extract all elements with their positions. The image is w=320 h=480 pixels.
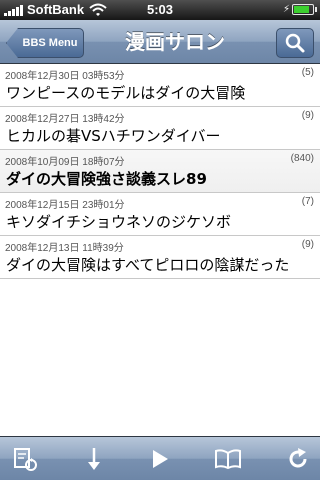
thread-title: ダイの大冒険はすべてピロロの陰謀だった [6,256,290,274]
status-bar: SoftBank 5:03 ⚡ [0,0,320,20]
refresh-icon [289,448,307,468]
arrow-down-icon [88,448,100,470]
page-title: 漫画サロン [125,30,225,54]
back-button-label: BBS Menu [22,37,78,49]
clock: 5:03 [146,2,174,17]
navigation-bar: BBS Menu 漫画サロン [0,20,320,64]
thread-date: 2008年12月30日 03時53分 [5,71,125,82]
back-button[interactable]: BBS Menu [6,28,84,58]
search-button[interactable] [276,28,314,58]
list-item[interactable]: 2008年10月09日 18時07分 (840) ダイの大冒険強さ談義スレ89 [0,150,320,193]
edit-recycle-icon [14,448,37,471]
reply-count: (9) [301,110,314,121]
bookmarks-button[interactable] [213,445,243,473]
play-icon [153,450,168,468]
refresh-button[interactable] [283,445,313,473]
edit-recycle-button[interactable] [10,445,40,473]
book-icon [215,449,241,470]
thread-date: 2008年12月27日 13時42分 [5,114,125,125]
thread-date: 2008年10月09日 18時07分 [5,157,125,168]
charging-icon: ⚡ [283,4,291,15]
list-item[interactable]: 2008年12月13日 11時39分 (9) ダイの大冒険はすべてピロロの陰謀だ… [0,236,320,279]
list-item[interactable]: 2008年12月27日 13時42分 (9) ヒカルの碁VSハチワンダイバー [0,107,320,150]
thread-title: ヒカルの碁VSハチワンダイバー [6,127,221,145]
reply-count: (9) [301,239,314,250]
play-button[interactable] [145,445,175,473]
thread-list: 2008年12月30日 03時53分 (5) ワンピースのモデルはダイの大冒険 … [0,64,320,279]
list-item[interactable]: 2008年12月30日 03時53分 (5) ワンピースのモデルはダイの大冒険 [0,64,320,107]
thread-title: ダイの大冒険強さ談義スレ89 [6,170,207,188]
scroll-down-button[interactable] [79,445,109,473]
reply-count: (7) [301,196,314,207]
battery-fill [294,6,310,13]
thread-date: 2008年12月13日 11時39分 [5,243,124,254]
reply-count: (840) [290,153,314,164]
reply-count: (5) [301,67,314,78]
bottom-toolbar [0,436,320,480]
thread-date: 2008年12月15日 23時01分 [5,200,125,211]
battery-icon: ⚡ [283,4,317,15]
thread-title: キソダイチショウネソのジケソボ [6,213,232,231]
list-item[interactable]: 2008年12月15日 23時01分 (7) キソダイチショウネソのジケソボ [0,193,320,236]
thread-title: ワンピースのモデルはダイの大冒険 [6,84,246,102]
search-icon [285,33,305,53]
